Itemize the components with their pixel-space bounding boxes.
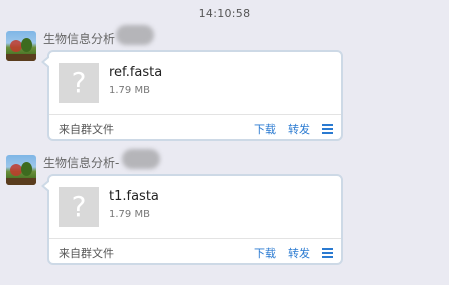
redacted-name-blur (122, 149, 160, 169)
message-timestamp: 14:10:58 (198, 7, 251, 20)
file-name[interactable]: ref.fasta (109, 65, 162, 80)
redacted-name-blur (116, 25, 154, 45)
avatar[interactable] (6, 31, 36, 61)
bubble-tail-inner (44, 57, 50, 67)
bubble-tail-inner (44, 181, 50, 191)
divider (49, 114, 341, 115)
forward-button[interactable]: 转发 (288, 121, 310, 137)
unknown-file-icon[interactable]: ? (59, 187, 99, 227)
file-name[interactable]: t1.fasta (109, 189, 159, 204)
unknown-file-icon[interactable]: ? (59, 63, 99, 103)
file-size: 1.79 MB (109, 85, 150, 96)
download-button[interactable]: 下载 (254, 245, 276, 261)
download-button[interactable]: 下载 (254, 121, 276, 137)
forward-button[interactable]: 转发 (288, 245, 310, 261)
sender-name: 生物信息分析 (43, 32, 116, 46)
file-card[interactable]: ? t1.fasta 1.79 MB 来自群文件 下载 转发 (47, 174, 343, 265)
file-card[interactable]: ? ref.fasta 1.79 MB 来自群文件 下载 转发 (47, 50, 343, 141)
menu-icon[interactable] (322, 124, 333, 134)
file-size: 1.79 MB (109, 209, 150, 220)
menu-icon[interactable] (322, 248, 333, 258)
sender-name: 生物信息分析- (43, 156, 120, 170)
file-source-label: 来自群文件 (59, 123, 114, 136)
file-source-label: 来自群文件 (59, 247, 114, 260)
divider (49, 238, 341, 239)
avatar[interactable] (6, 155, 36, 185)
